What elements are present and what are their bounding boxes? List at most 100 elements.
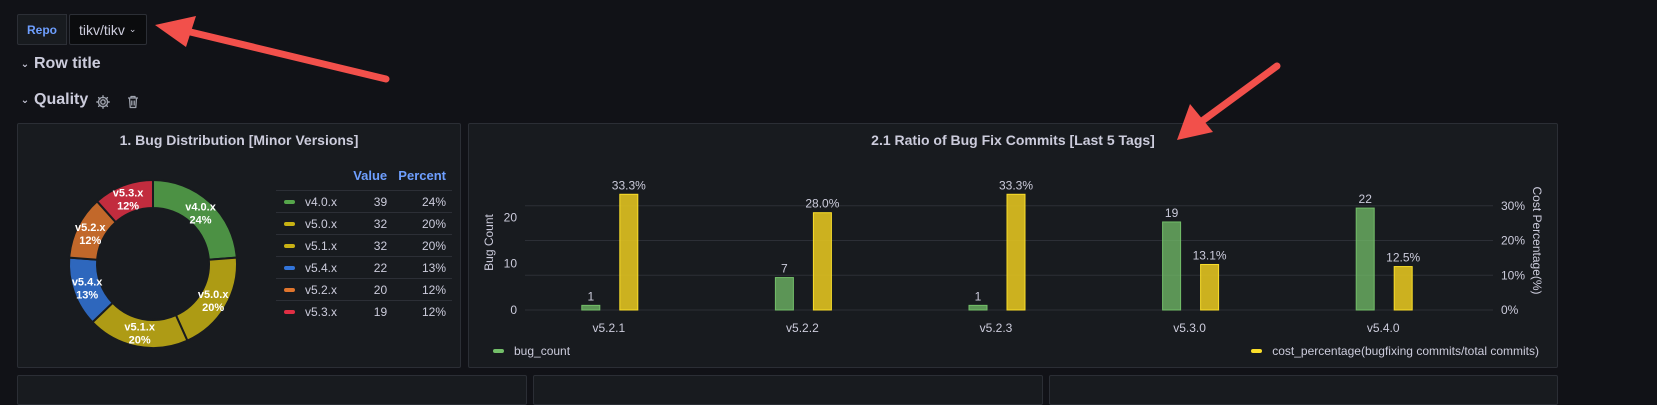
legend-row[interactable]: v5.1.x 32 20% xyxy=(276,234,452,257)
y-right-tick-label: 0% xyxy=(1501,303,1519,317)
legend-swatch xyxy=(284,288,295,293)
x-tick-label: v5.4.0 xyxy=(1367,321,1400,335)
legend-row[interactable]: v5.2.x 20 12% xyxy=(276,278,452,301)
bar-value-label: 33.3% xyxy=(999,178,1033,192)
legend-row[interactable]: v5.0.x 32 20% xyxy=(276,212,452,235)
bar-value-label: 1 xyxy=(587,289,594,303)
x-tick-label: v5.2.3 xyxy=(980,321,1013,335)
legend-value: 39 xyxy=(349,190,394,213)
y-left-tick-label: 20 xyxy=(504,210,518,224)
pie-slice-percent: 24% xyxy=(190,215,212,227)
y-right-tick-label: 10% xyxy=(1501,268,1525,282)
bar-value-label: 7 xyxy=(781,262,788,276)
pie-slice-label: v4.0.x xyxy=(185,202,216,214)
pie-slice-label: v5.3.x xyxy=(113,188,144,200)
bar-value-label: 28.0% xyxy=(805,197,839,211)
legend-percent: 20% xyxy=(393,234,452,257)
y-right-tick-label: 20% xyxy=(1501,234,1525,248)
legend-swatch xyxy=(493,349,504,353)
legend-value: 20 xyxy=(349,278,394,301)
legend-value: 19 xyxy=(349,300,394,322)
y-left-tick-label: 10 xyxy=(504,257,518,271)
y-left-axis-label: Bug Count xyxy=(482,213,496,270)
legend-header-name xyxy=(276,166,349,191)
legend-row[interactable]: v5.4.x 22 13% xyxy=(276,256,452,279)
legend-swatch xyxy=(284,200,295,205)
bottom-panel-3 xyxy=(1049,375,1558,405)
pie-legend-table: Value Percent v4.0.x 39 24% v5.0.x 32 20% v5.1… xyxy=(276,166,452,322)
row-quality-title: Quality xyxy=(34,91,89,108)
pie-slice-label: v5.2.x xyxy=(75,222,106,234)
gear-icon[interactable] xyxy=(95,94,111,110)
legend-row[interactable]: v4.0.x 39 24% xyxy=(276,190,452,213)
row-title: Row title xyxy=(34,55,101,72)
bar-value-label: 1 xyxy=(975,289,982,303)
legend-series-name: v4.0.x xyxy=(276,190,350,213)
row-toggle-quality[interactable]: ⌄ Quality xyxy=(20,91,88,109)
legend-percent: 12% xyxy=(393,278,452,301)
variable-bar: Repo tikv/tikv ⌄ xyxy=(17,14,148,45)
bar-bug-count[interactable] xyxy=(1162,221,1182,311)
legend-swatch xyxy=(1251,349,1263,353)
donut-chart: v4.0.x24%v5.0.x20%v5.1.x20%v5.4.x13%v5.2… xyxy=(68,178,238,349)
legend-swatch xyxy=(284,244,295,249)
bug-fix-ratio-panel: 2.1 Ratio of Bug Fix Commits [Last 5 Tag… xyxy=(468,123,1558,368)
repo-variable-value: tikv/tikv xyxy=(79,21,125,38)
legend-row[interactable]: v5.3.x 19 12% xyxy=(276,300,452,322)
x-tick-label: v5.3.0 xyxy=(1173,321,1206,335)
bar-value-label: 33.3% xyxy=(612,178,646,192)
bar-bug-count[interactable] xyxy=(1355,207,1375,311)
bar-cost-percentage[interactable] xyxy=(1200,263,1220,311)
pie-slice-label: v5.4.x xyxy=(72,277,103,289)
bar-value-label: 19 xyxy=(1165,206,1179,220)
row-toggle-row-title[interactable]: ⌄ Row title xyxy=(20,55,101,73)
bar-cost-percentage[interactable] xyxy=(812,212,832,311)
bar-value-label: 13.1% xyxy=(1193,248,1227,262)
y-left-tick-label: 0 xyxy=(510,303,517,317)
trash-icon[interactable] xyxy=(125,94,141,110)
legend-label: cost_percentage(bugfixing commits/total … xyxy=(1272,344,1539,358)
pie-slice-label: v5.0.x xyxy=(198,289,229,301)
repo-variable-select[interactable]: tikv/tikv ⌄ xyxy=(69,14,148,45)
legend-series-name: v5.4.x xyxy=(276,256,350,279)
legend-swatch xyxy=(284,310,295,315)
legend-label: bug_count xyxy=(514,344,571,358)
legend-series-name: v5.2.x xyxy=(276,278,350,301)
legend-value: 32 xyxy=(349,234,394,257)
legend-series-name: v5.1.x xyxy=(276,234,350,257)
bar-bug-count[interactable] xyxy=(774,277,794,311)
panel-title: 1. Bug Distribution [Minor Versions] xyxy=(119,132,359,148)
chevron-down-icon: ⌄ xyxy=(20,58,30,70)
legend-percent: 20% xyxy=(393,212,452,235)
legend-item-bug-count[interactable]: bug_count xyxy=(481,344,570,358)
x-tick-label: v5.2.1 xyxy=(592,321,625,335)
chevron-down-icon: ⌄ xyxy=(20,94,30,106)
pie-slice-label: v5.1.x xyxy=(124,322,155,334)
bar-bug-count[interactable] xyxy=(581,304,601,311)
legend-item-cost-percentage[interactable]: cost_percentage(bugfixing commits/total … xyxy=(1243,344,1539,358)
bar-cost-percentage[interactable] xyxy=(619,193,639,311)
pie-slice-percent: 12% xyxy=(79,235,101,247)
bar-chart: 0 10 20 0% 10% 20% 30% Bug Count Cost Percentage… xyxy=(482,178,1544,335)
legend-series-name: v5.3.x xyxy=(276,300,350,322)
bug-distribution-panel: 1. Bug Distribution [Minor Versions] v4.… xyxy=(17,123,461,368)
bar-value-label: 22 xyxy=(1359,192,1373,206)
x-tick-label: v5.2.2 xyxy=(786,321,819,335)
pie-slice-percent: 13% xyxy=(76,290,98,302)
legend-series-name: v5.0.x xyxy=(276,212,350,235)
legend-swatch xyxy=(284,266,295,271)
bar-cost-percentage[interactable] xyxy=(1006,193,1026,311)
bottom-panel-1 xyxy=(17,375,527,405)
bar-bug-count[interactable] xyxy=(968,304,988,311)
repo-variable-label: Repo xyxy=(17,14,67,45)
legend-header-percent[interactable]: Percent xyxy=(393,166,452,191)
legend-swatch xyxy=(284,222,295,227)
pie-slice-percent: 20% xyxy=(202,302,224,314)
bar-cost-percentage[interactable] xyxy=(1393,266,1413,311)
legend-value: 32 xyxy=(349,212,394,235)
arrow-icon xyxy=(155,16,390,83)
chevron-down-icon: ⌄ xyxy=(128,24,137,34)
y-right-tick-label: 30% xyxy=(1501,199,1525,213)
bottom-panel-2 xyxy=(533,375,1043,405)
legend-header-value[interactable]: Value xyxy=(349,166,393,191)
